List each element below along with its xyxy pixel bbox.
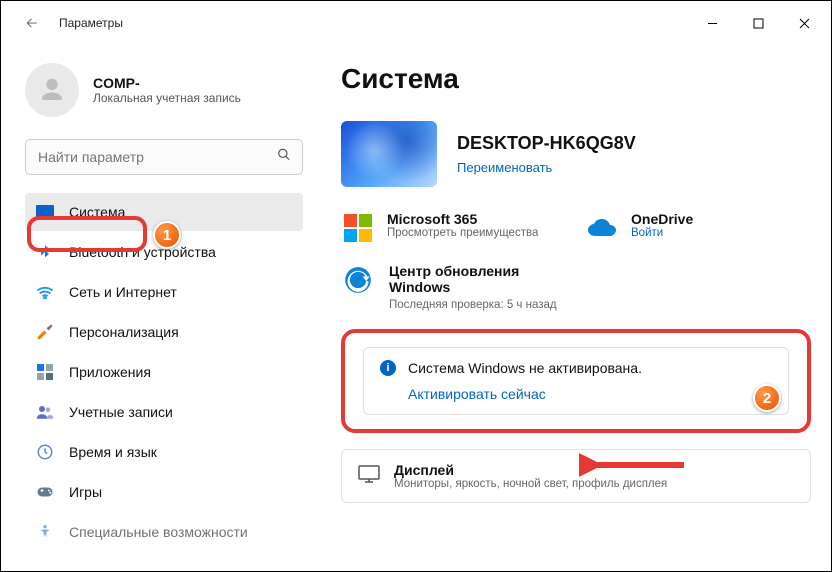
m365-title: Microsoft 365 (387, 211, 538, 227)
display-card[interactable]: Дисплей Мониторы, яркость, ночной свет, … (341, 449, 811, 503)
minimize-button[interactable] (689, 7, 735, 39)
avatar (25, 63, 79, 117)
annotation-badge-2: 2 (753, 384, 781, 412)
onedrive-title: OneDrive (631, 211, 693, 227)
brush-icon (35, 322, 55, 342)
windows-update-card[interactable]: Центр обновления Windows Последняя прове… (341, 263, 811, 311)
update-icon (341, 263, 375, 297)
desktop-thumbnail (341, 121, 437, 187)
info-icon: i (380, 360, 396, 376)
sidebar-item-accessibility[interactable]: Специальные возможности (25, 513, 303, 551)
apps-icon (35, 362, 55, 382)
clock-globe-icon (35, 442, 55, 462)
sidebar-item-label: Персонализация (69, 324, 179, 340)
sidebar-item-label: Время и язык (69, 444, 157, 460)
accessibility-icon (35, 522, 55, 542)
accounts-icon (35, 402, 55, 422)
app-title: Параметры (59, 16, 123, 30)
annotation-arrow (579, 453, 689, 477)
sidebar-item-label: Bluetooth и устройства (69, 244, 216, 260)
annotation-marker-2: i Система Windows не активирована. Актив… (341, 329, 811, 433)
m365-sub: Просмотреть преимущества (387, 227, 538, 239)
pc-name: DESKTOP-HK6QG8V (457, 133, 636, 154)
user-subtitle: Локальная учетная запись (93, 91, 241, 105)
update-title: Центр обновления Windows (389, 263, 559, 295)
update-sub: Последняя проверка: 5 ч назад (389, 299, 559, 311)
annotation-badge-1: 1 (153, 221, 181, 249)
sidebar-item-personalization[interactable]: Персонализация (25, 313, 303, 351)
sidebar-item-label: Сеть и Интернет (69, 284, 177, 300)
sidebar-item-gaming[interactable]: Игры (25, 473, 303, 511)
bluetooth-icon (35, 242, 55, 262)
back-button[interactable] (19, 10, 45, 36)
display-sub: Мониторы, яркость, ночной свет, профиль … (394, 478, 667, 490)
search-icon (277, 148, 291, 167)
activate-now-link[interactable]: Активировать сейчас (408, 386, 772, 402)
sidebar-item-label: Специальные возможности (69, 524, 248, 540)
sidebar-item-network[interactable]: Сеть и Интернет (25, 273, 303, 311)
onedrive-icon (585, 211, 619, 245)
onedrive-sub: Войти (631, 227, 693, 239)
onedrive-card[interactable]: OneDrive Войти (585, 211, 811, 245)
activation-text: Система Windows не активирована. (408, 360, 642, 376)
sidebar-item-accounts[interactable]: Учетные записи (25, 393, 303, 431)
display-icon (358, 465, 380, 488)
user-block[interactable]: COMP- Локальная учетная запись (25, 63, 303, 117)
sidebar-item-label: Учетные записи (69, 404, 173, 420)
microsoft365-card[interactable]: Microsoft 365 Просмотреть преимущества (341, 211, 567, 245)
sidebar-item-label: Приложения (69, 364, 151, 380)
close-button[interactable] (781, 7, 827, 39)
user-name: COMP- (93, 75, 241, 91)
maximize-button[interactable] (735, 7, 781, 39)
microsoft-logo-icon (341, 211, 375, 245)
sidebar-item-time-language[interactable]: Время и язык (25, 433, 303, 471)
rename-link[interactable]: Переименовать (457, 160, 636, 175)
search-input[interactable] (25, 139, 303, 175)
monitor-icon (35, 202, 55, 222)
sidebar-item-label: Система (69, 204, 125, 220)
gaming-icon (35, 482, 55, 502)
activation-card[interactable]: i Система Windows не активирована. Актив… (363, 347, 789, 415)
wifi-icon (35, 282, 55, 302)
page-title: Система (341, 63, 811, 95)
sidebar-item-label: Игры (69, 484, 102, 500)
sidebar-item-apps[interactable]: Приложения (25, 353, 303, 391)
